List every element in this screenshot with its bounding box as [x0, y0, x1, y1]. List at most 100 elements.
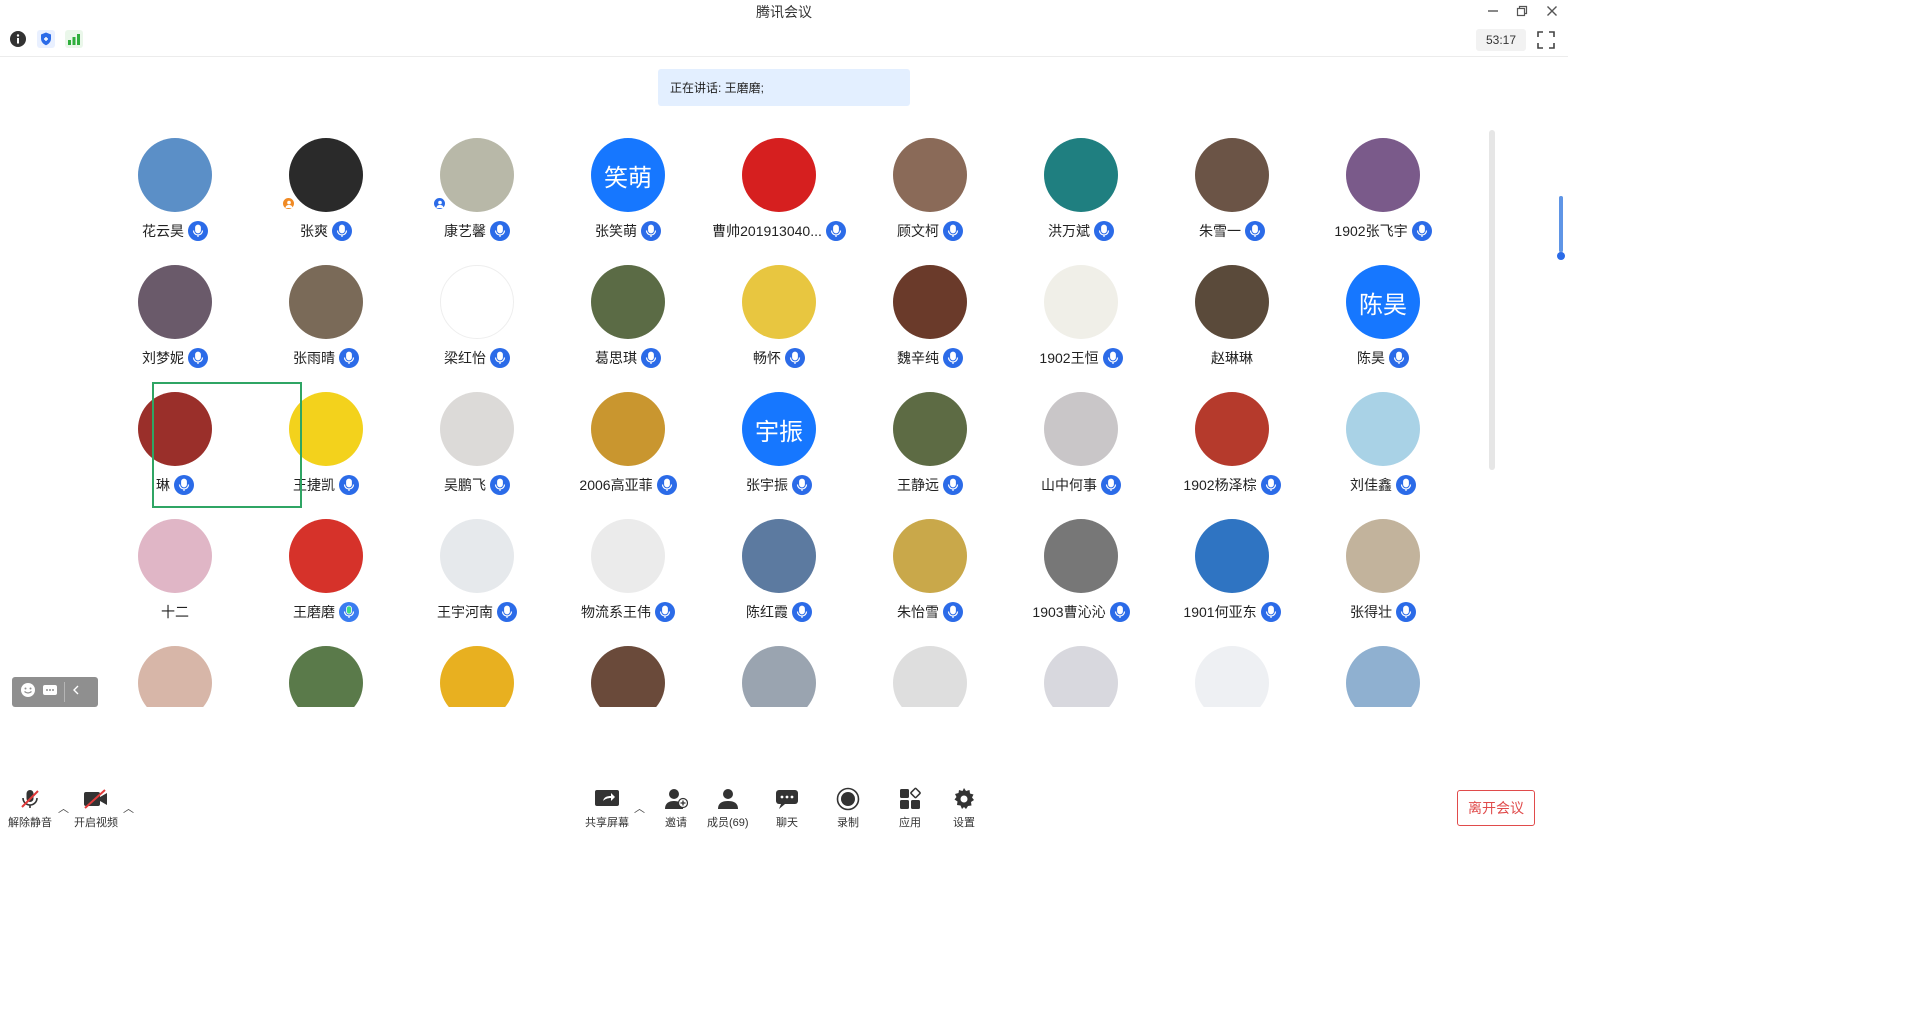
minimize-icon[interactable]	[1482, 2, 1504, 20]
avatar[interactable]: 陈昊	[1346, 265, 1420, 339]
participant-tile[interactable]: 赵琳琳	[1157, 259, 1307, 385]
participant-tile[interactable]: 朱雪一	[1157, 132, 1307, 258]
avatar[interactable]	[440, 265, 514, 339]
share-screen-button[interactable]: 共享屏幕	[585, 786, 629, 830]
participant-tile[interactable]: 琳	[100, 386, 250, 512]
avatar[interactable]	[893, 519, 967, 593]
avatar[interactable]	[591, 519, 665, 593]
avatar[interactable]	[591, 392, 665, 466]
avatar[interactable]	[742, 519, 816, 593]
avatar[interactable]	[742, 646, 816, 707]
avatar[interactable]	[591, 265, 665, 339]
participant-tile[interactable]: 王静远	[855, 386, 1005, 512]
avatar[interactable]	[893, 138, 967, 212]
participant-tile[interactable]: 陈昊 陈昊	[1308, 259, 1458, 385]
participant-grid[interactable]: 花云昊 张爽 康艺馨 笑萌 张笑萌 曹帅201913040... 顾文柯 洪万斌 朱雪一 1902…	[100, 132, 1460, 707]
participant-tile[interactable]: 张雨晴	[251, 259, 401, 385]
avatar[interactable]	[138, 519, 212, 593]
participant-tile[interactable]: 张爽	[251, 132, 401, 258]
avatar[interactable]	[289, 392, 363, 466]
participant-tile[interactable]	[1157, 640, 1307, 707]
avatar[interactable]	[440, 392, 514, 466]
avatar[interactable]	[742, 138, 816, 212]
avatar[interactable]	[138, 392, 212, 466]
participant-tile[interactable]: 刘梦妮	[100, 259, 250, 385]
share-options-caret-icon[interactable]: ︿	[634, 800, 645, 816]
apps-button[interactable]: 应用	[896, 786, 924, 830]
participant-tile[interactable]	[402, 640, 552, 707]
settings-button[interactable]: 设置	[950, 786, 978, 830]
avatar[interactable]: 笑萌	[591, 138, 665, 212]
participant-tile[interactable]	[100, 640, 250, 707]
participant-tile[interactable]	[704, 640, 854, 707]
avatar[interactable]	[440, 519, 514, 593]
participant-tile[interactable]: 畅怀	[704, 259, 854, 385]
chat-button[interactable]: 聊天	[773, 786, 801, 830]
avatar[interactable]	[893, 646, 967, 707]
participant-tile[interactable]	[553, 640, 703, 707]
participant-tile[interactable]: 张得壮	[1308, 513, 1458, 639]
avatar[interactable]	[1195, 265, 1269, 339]
participant-tile[interactable]: 魏辛纯	[855, 259, 1005, 385]
participant-tile[interactable]: 吴鹏飞	[402, 386, 552, 512]
participant-tile[interactable]: 朱怡雪	[855, 513, 1005, 639]
participant-tile[interactable]: 2006高亚菲	[553, 386, 703, 512]
reaction-toolbar[interactable]	[12, 677, 98, 707]
avatar[interactable]	[1044, 138, 1118, 212]
participant-tile[interactable]: 梁红怡	[402, 259, 552, 385]
audio-options-caret-icon[interactable]: ︿	[58, 800, 69, 816]
emoji-icon[interactable]	[20, 682, 36, 703]
avatar[interactable]	[138, 265, 212, 339]
video-options-caret-icon[interactable]: ︿	[123, 800, 134, 816]
avatar[interactable]	[1346, 646, 1420, 707]
participant-tile[interactable]: 洪万斌	[1006, 132, 1156, 258]
signal-icon[interactable]	[65, 30, 83, 48]
participant-tile[interactable]: 笑萌 张笑萌	[553, 132, 703, 258]
avatar[interactable]	[1195, 138, 1269, 212]
participant-tile[interactable]: 1901何亚东	[1157, 513, 1307, 639]
leave-meeting-button[interactable]: 离开会议	[1457, 790, 1535, 826]
participant-tile[interactable]	[251, 640, 401, 707]
avatar[interactable]	[893, 392, 967, 466]
participant-tile[interactable]: 康艺馨	[402, 132, 552, 258]
avatar[interactable]	[1044, 265, 1118, 339]
avatar[interactable]	[440, 646, 514, 707]
participant-tile[interactable]: 顾文柯	[855, 132, 1005, 258]
participant-tile[interactable]	[1006, 640, 1156, 707]
avatar[interactable]	[1195, 519, 1269, 593]
avatar[interactable]	[138, 138, 212, 212]
participant-tile[interactable]: 1903曹沁沁	[1006, 513, 1156, 639]
participant-tile[interactable]: 物流系王伟	[553, 513, 703, 639]
participant-tile[interactable]: 山中何事	[1006, 386, 1156, 512]
collapse-icon[interactable]	[71, 683, 81, 701]
participant-tile[interactable]: 1902杨泽棕	[1157, 386, 1307, 512]
participant-tile[interactable]: 曹帅201913040...	[704, 132, 854, 258]
avatar[interactable]: 宇振	[742, 392, 816, 466]
invite-button[interactable]: 邀请	[662, 786, 690, 830]
participant-tile[interactable]: 陈红霞	[704, 513, 854, 639]
avatar[interactable]	[289, 265, 363, 339]
info-icon[interactable]	[9, 30, 27, 48]
record-button[interactable]: 录制	[834, 786, 862, 830]
avatar[interactable]	[1195, 646, 1269, 707]
fullscreen-icon[interactable]	[1536, 30, 1556, 50]
members-button[interactable]: 成员(69)	[707, 786, 749, 830]
zoom-slider[interactable]	[1557, 196, 1565, 262]
avatar[interactable]	[1195, 392, 1269, 466]
participant-tile[interactable]: 葛思琪	[553, 259, 703, 385]
participant-tile[interactable]: 1902王恒	[1006, 259, 1156, 385]
shield-icon[interactable]	[37, 30, 55, 48]
participant-tile[interactable]: 宇振 张宇振	[704, 386, 854, 512]
unmute-button[interactable]: 解除静音	[8, 786, 52, 830]
avatar[interactable]	[440, 138, 514, 212]
avatar[interactable]	[289, 646, 363, 707]
start-video-button[interactable]: 开启视频	[74, 786, 118, 830]
avatar[interactable]	[1346, 392, 1420, 466]
avatar[interactable]	[1044, 519, 1118, 593]
avatar[interactable]	[289, 138, 363, 212]
participant-tile[interactable]	[855, 640, 1005, 707]
participant-tile[interactable]: 1902张飞宇	[1308, 132, 1458, 258]
participant-tile[interactable]: 花云昊	[100, 132, 250, 258]
avatar[interactable]	[138, 646, 212, 707]
chat-bubble-icon[interactable]	[42, 682, 58, 703]
